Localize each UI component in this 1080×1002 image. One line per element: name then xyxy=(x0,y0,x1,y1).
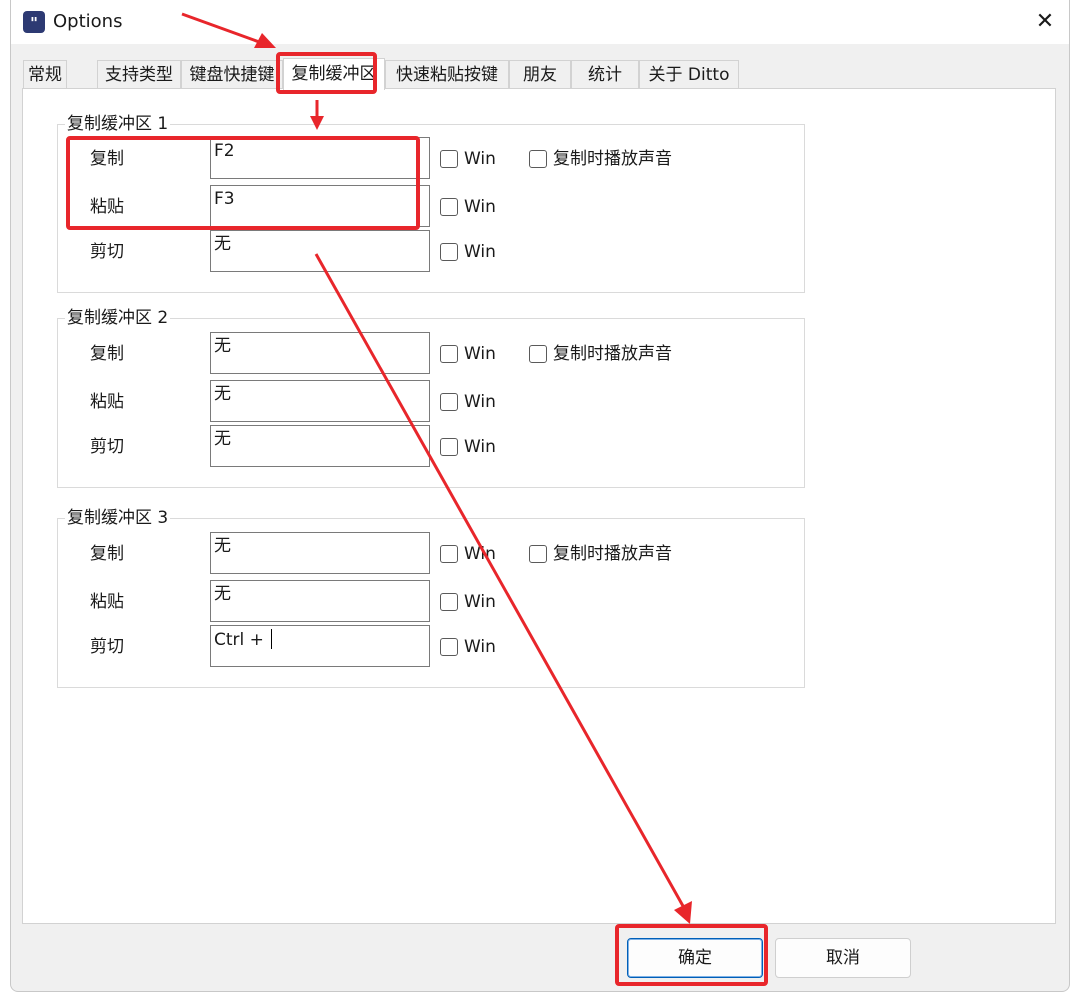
tab-friends[interactable]: 朋友 xyxy=(509,60,571,88)
copy-win-label-3[interactable]: Win xyxy=(464,543,496,565)
copy-buffer-group-3 xyxy=(57,518,805,688)
copy-buffer-group-1 xyxy=(57,124,805,293)
text-caret xyxy=(271,629,273,649)
paste-win-label-3[interactable]: Win xyxy=(464,591,496,613)
tab-keyboard-shortcuts[interactable]: 键盘快捷键 xyxy=(181,60,283,88)
cut-win-label-3[interactable]: Win xyxy=(464,636,496,658)
copy-label-1: 复制 xyxy=(90,149,124,169)
paste-hotkey-field-3[interactable]: 无 xyxy=(210,580,430,622)
copy-buffer-group-2 xyxy=(57,318,805,488)
group-title-1: 复制缓冲区 1 xyxy=(65,113,171,135)
copy-hotkey-field-3[interactable]: 无 xyxy=(210,532,430,574)
window-title: Options xyxy=(53,11,123,32)
close-icon[interactable]: ✕ xyxy=(1027,6,1063,38)
cut-hotkey-field-1[interactable]: 无 xyxy=(210,230,430,272)
cut-hotkey-value-3: Ctrl + xyxy=(214,630,270,650)
paste-win-checkbox-1[interactable] xyxy=(440,198,458,216)
ok-button[interactable]: 确定 xyxy=(627,938,763,978)
paste-label-2: 粘贴 xyxy=(90,392,124,412)
copy-buffers-page: 复制缓冲区 1 复制 F2 Win 复制时播放声音 粘贴 F3 Win 剪切 无… xyxy=(22,88,1056,924)
options-window: " Options ✕ 常规 支持类型 键盘快捷键 复制缓冲区 快速粘贴按键 朋… xyxy=(10,0,1070,992)
paste-hotkey-field-2[interactable]: 无 xyxy=(210,380,430,422)
group-title-3: 复制缓冲区 3 xyxy=(65,507,171,529)
cut-label-2: 剪切 xyxy=(90,437,124,457)
copy-win-label-1[interactable]: Win xyxy=(464,148,496,170)
paste-hotkey-field-1[interactable]: F3 xyxy=(210,185,430,227)
tab-quick-paste-keys[interactable]: 快速粘贴按键 xyxy=(385,60,509,88)
group-title-2: 复制缓冲区 2 xyxy=(65,307,171,329)
copy-win-checkbox-3[interactable] xyxy=(440,545,458,563)
tab-copy-buffers[interactable]: 复制缓冲区 xyxy=(283,58,385,90)
play-sound-label-3[interactable]: 复制时播放声音 xyxy=(553,543,672,565)
paste-win-checkbox-2[interactable] xyxy=(440,393,458,411)
cut-win-checkbox-1[interactable] xyxy=(440,243,458,261)
copy-label-3: 复制 xyxy=(90,544,124,564)
play-sound-label-1[interactable]: 复制时播放声音 xyxy=(553,148,672,170)
copy-win-checkbox-1[interactable] xyxy=(440,150,458,168)
cut-win-checkbox-3[interactable] xyxy=(440,638,458,656)
tab-statistics[interactable]: 统计 xyxy=(571,60,639,88)
paste-label-1: 粘贴 xyxy=(90,197,124,217)
cut-label-1: 剪切 xyxy=(90,242,124,262)
play-sound-label-2[interactable]: 复制时播放声音 xyxy=(553,343,672,365)
paste-win-label-1[interactable]: Win xyxy=(464,196,496,218)
tab-supported-types[interactable]: 支持类型 xyxy=(97,60,181,88)
cut-hotkey-field-3[interactable]: Ctrl + xyxy=(210,625,430,667)
cut-hotkey-field-2[interactable]: 无 xyxy=(210,425,430,467)
paste-win-checkbox-3[interactable] xyxy=(440,593,458,611)
cut-win-label-2[interactable]: Win xyxy=(464,436,496,458)
cut-win-label-1[interactable]: Win xyxy=(464,241,496,263)
copy-hotkey-field-1[interactable]: F2 xyxy=(210,137,430,179)
paste-win-label-2[interactable]: Win xyxy=(464,391,496,413)
tab-about-ditto[interactable]: 关于 Ditto xyxy=(639,60,739,88)
cut-win-checkbox-2[interactable] xyxy=(440,438,458,456)
copy-win-checkbox-2[interactable] xyxy=(440,345,458,363)
copy-win-label-2[interactable]: Win xyxy=(464,343,496,365)
play-sound-checkbox-2[interactable] xyxy=(529,345,547,363)
play-sound-checkbox-1[interactable] xyxy=(529,150,547,168)
paste-label-3: 粘贴 xyxy=(90,592,124,612)
cut-label-3: 剪切 xyxy=(90,637,124,657)
play-sound-checkbox-3[interactable] xyxy=(529,545,547,563)
title-bar: " Options ✕ xyxy=(11,0,1069,44)
copy-hotkey-field-2[interactable]: 无 xyxy=(210,332,430,374)
copy-label-2: 复制 xyxy=(90,344,124,364)
cancel-button[interactable]: 取消 xyxy=(775,938,911,978)
tab-strip: 常规 支持类型 键盘快捷键 复制缓冲区 快速粘贴按键 朋友 统计 关于 Ditt… xyxy=(23,58,1063,90)
ditto-app-icon: " xyxy=(23,11,45,33)
tab-general[interactable]: 常规 xyxy=(23,60,67,88)
